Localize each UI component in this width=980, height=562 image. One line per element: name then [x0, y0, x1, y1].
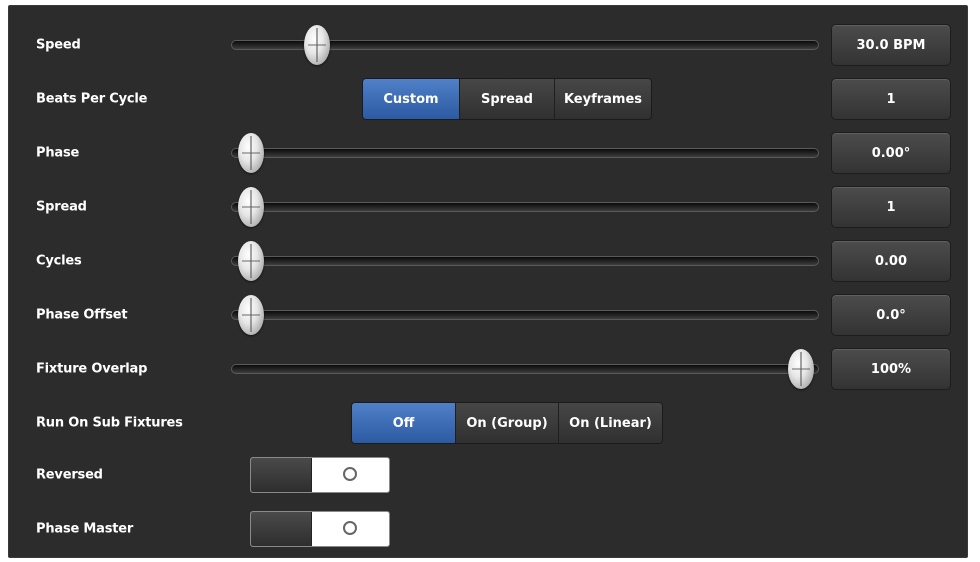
- cycles-label: Cycles: [36, 253, 82, 269]
- option-off[interactable]: Off: [352, 403, 456, 443]
- fixture-overlap-slider-handle[interactable]: [788, 349, 814, 389]
- spread-value-button[interactable]: 1: [831, 186, 951, 228]
- phase-master-label: Phase Master: [36, 521, 134, 537]
- phase-label: Phase: [36, 145, 80, 161]
- phase-offset-slider-track[interactable]: [231, 295, 819, 335]
- phase-offset-slider-handle[interactable]: [238, 295, 264, 335]
- cycles-slider-track[interactable]: [231, 241, 819, 281]
- reversed-label: Reversed: [36, 467, 103, 483]
- speed-row: Speed 30.0 BPM: [9, 18, 967, 72]
- phase-row: Phase 0.00°: [9, 126, 967, 180]
- option-on-linear[interactable]: On (Linear): [559, 403, 662, 443]
- beats-per-cycle-value-button[interactable]: 1: [831, 78, 951, 120]
- reversed-row: Reversed: [9, 448, 967, 502]
- fixture-overlap-label: Fixture Overlap: [36, 361, 148, 377]
- spread-row: Spread 1: [9, 180, 967, 234]
- fixture-overlap-row: Fixture Overlap 100%: [9, 342, 967, 396]
- spread-slider-track[interactable]: [231, 187, 819, 227]
- reversed-toggle[interactable]: [250, 457, 390, 493]
- option-custom[interactable]: Custom: [363, 79, 460, 119]
- phase-slider-handle[interactable]: [238, 133, 264, 173]
- toggle-off-circle-icon: [343, 521, 357, 535]
- phase-offset-value-button[interactable]: 0.0°: [831, 294, 951, 336]
- speed-value-button[interactable]: 30.0 BPM: [831, 24, 951, 66]
- run-on-sub-fixtures-row: Run On Sub Fixtures Off On (Group) On (L…: [9, 396, 967, 450]
- phase-offset-row: Phase Offset 0.0°: [9, 288, 967, 342]
- run-on-sub-fixtures-label: Run On Sub Fixtures: [36, 415, 183, 431]
- toggle-knob: [251, 458, 312, 492]
- speed-label: Speed: [36, 37, 81, 53]
- phase-slider-track[interactable]: [231, 133, 819, 173]
- phase-offset-label: Phase Offset: [36, 307, 128, 323]
- spread-slider-handle[interactable]: [238, 187, 264, 227]
- toggle-off-circle-icon: [343, 467, 357, 481]
- phase-master-row: Phase Master: [9, 502, 967, 556]
- fixture-overlap-value-button[interactable]: 100%: [831, 348, 951, 390]
- beats-per-cycle-row: Beats Per Cycle Custom Spread Keyframes …: [9, 72, 967, 126]
- cycles-row: Cycles 0.00: [9, 234, 967, 288]
- cycles-slider-handle[interactable]: [238, 241, 264, 281]
- phase-value-button[interactable]: 0.00°: [831, 132, 951, 174]
- beats-per-cycle-selector: Custom Spread Keyframes: [362, 78, 652, 120]
- effect-properties-panel: Speed 30.0 BPM Beats Per Cycle Custom Sp…: [8, 5, 968, 558]
- spread-label: Spread: [36, 199, 87, 215]
- cycles-value-button[interactable]: 0.00: [831, 240, 951, 282]
- option-spread[interactable]: Spread: [460, 79, 555, 119]
- speed-slider-track[interactable]: [231, 25, 819, 65]
- phase-master-toggle[interactable]: [250, 511, 390, 547]
- speed-slider-handle[interactable]: [304, 25, 330, 65]
- option-on-group[interactable]: On (Group): [456, 403, 559, 443]
- fixture-overlap-slider-track[interactable]: [231, 349, 819, 389]
- beats-per-cycle-label: Beats Per Cycle: [36, 91, 148, 107]
- option-keyframes[interactable]: Keyframes: [555, 79, 651, 119]
- run-on-sub-fixtures-selector: Off On (Group) On (Linear): [351, 402, 663, 444]
- toggle-knob: [251, 512, 312, 546]
